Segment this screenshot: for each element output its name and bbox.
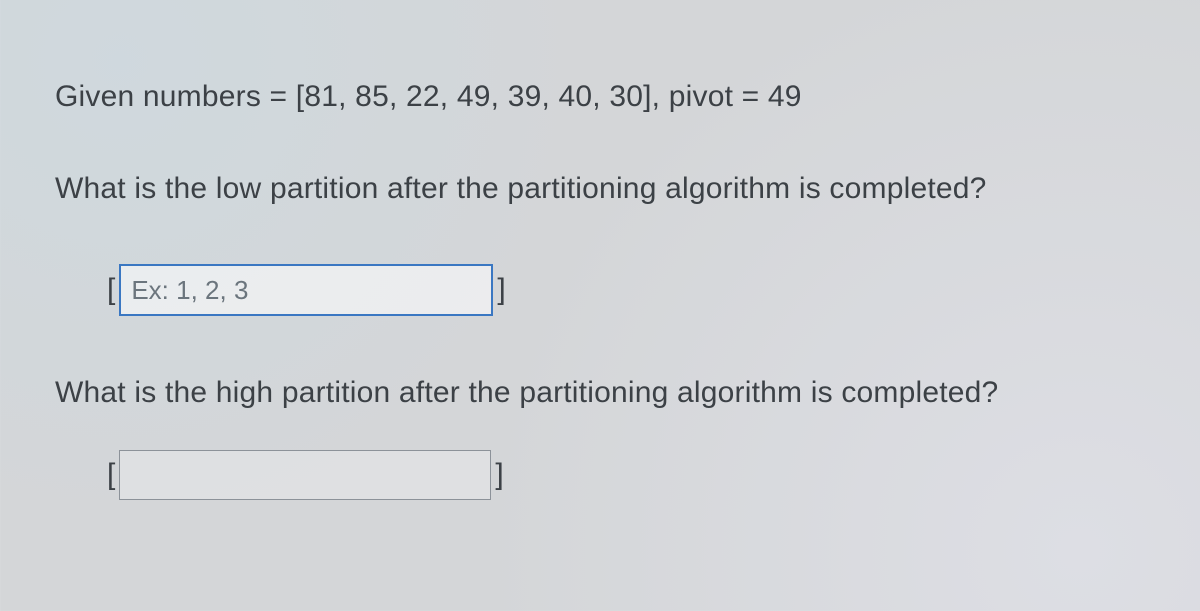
low-partition-prompt: What is the low partition after the part…	[55, 172, 1150, 206]
open-bracket: [	[103, 273, 119, 307]
low-partition-input-row: [ ]	[103, 264, 1150, 316]
given-numbers-line: Given numbers = [81, 85, 22, 49, 39, 40,…	[55, 80, 1150, 114]
low-partition-input[interactable]	[119, 264, 493, 316]
high-partition-prompt: What is the high partition after the par…	[55, 376, 1150, 410]
question-block: Given numbers = [81, 85, 22, 49, 39, 40,…	[0, 0, 1200, 600]
high-partition-input-row: [ ]	[103, 450, 1150, 500]
close-bracket: ]	[491, 458, 507, 492]
close-bracket: ]	[493, 273, 509, 307]
open-bracket: [	[103, 458, 119, 492]
high-partition-input[interactable]	[119, 450, 491, 500]
